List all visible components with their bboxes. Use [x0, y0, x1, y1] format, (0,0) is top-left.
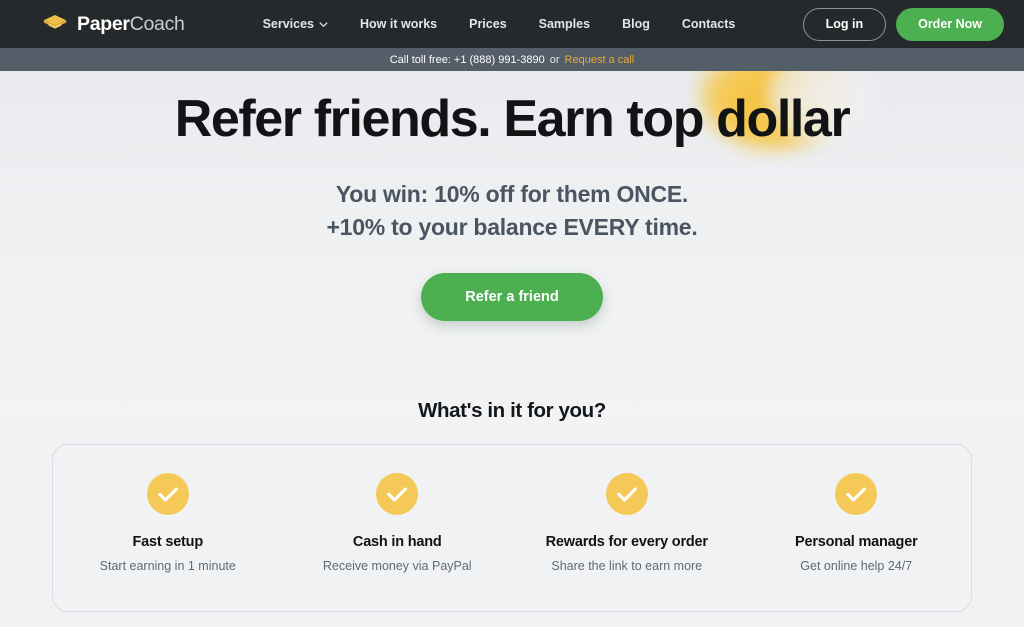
cta-container: Refer a friend: [0, 273, 1024, 322]
check-circle-icon: [605, 473, 648, 515]
site-header: PaperCoach Services How it works Prices …: [0, 0, 1024, 48]
benefit-description: Receive money via PayPal: [322, 559, 472, 573]
header-actions: Log in Order Now: [802, 7, 1004, 41]
chevron-down-icon: [319, 19, 328, 29]
benefits-heading: What's in it for you?: [418, 399, 606, 423]
benefit-title: Fast setup: [132, 534, 203, 550]
benefit-title: Personal manager: [794, 534, 918, 550]
hero-subtitle-line-1: You win: 10% off for them ONCE.: [335, 181, 689, 208]
toll-free-text: Call toll free: +1 (888) 991-3890: [389, 53, 545, 66]
nav-item-label: How it works: [360, 17, 438, 31]
refer-a-friend-button[interactable]: Refer a friend: [421, 273, 603, 322]
benefit-item-rewards-for-every-order: Rewards for every order Share the link t…: [512, 445, 742, 573]
brand-logo[interactable]: PaperCoach: [42, 11, 185, 37]
nav-item-samples[interactable]: Samples: [539, 17, 590, 31]
hero-subtitle-line-2: +10% to your balance EVERY time.: [326, 213, 698, 240]
brand-name-bold: Paper: [77, 12, 130, 35]
request-a-call-link[interactable]: Request a call: [565, 54, 635, 66]
hero-subtitle: You win: 10% off for them ONCE. +10% to …: [0, 178, 1024, 243]
benefit-item-fast-setup: Fast setup Start earning in 1 minute: [53, 445, 283, 573]
toll-free-bar: Call toll free: +1 (888) 991-3890 or Req…: [0, 48, 1024, 71]
nav-item-how-it-works[interactable]: How it works: [360, 17, 437, 31]
nav-item-label: Blog: [622, 17, 650, 31]
nav-item-label: Services: [262, 17, 315, 31]
benefit-item-cash-in-hand: Cash in hand Receive money via PayPal: [283, 445, 513, 573]
benefit-description: Get online help 24/7: [800, 559, 913, 573]
order-now-button[interactable]: Order Now: [896, 7, 1004, 41]
benefit-item-personal-manager: Personal manager Get online help 24/7: [742, 445, 972, 573]
brand-name-light: Coach: [129, 12, 185, 35]
nav-item-label: Prices: [469, 17, 507, 31]
benefit-description: Start earning in 1 minute: [99, 559, 236, 573]
nav-item-label: Contacts: [681, 17, 736, 31]
check-circle-icon: [376, 473, 419, 515]
hero-section: Refer friends. Earn top dollar You win: …: [0, 71, 1024, 424]
benefits-card: Fast setup Start earning in 1 minute Cas…: [52, 444, 972, 612]
nav-item-label: Samples: [538, 17, 591, 31]
nav-item-services[interactable]: Services: [263, 17, 328, 31]
check-circle-icon: [835, 473, 878, 515]
nav-item-prices[interactable]: Prices: [469, 17, 507, 31]
nav-item-blog[interactable]: Blog: [622, 17, 650, 31]
brand-name: PaperCoach: [77, 13, 185, 36]
login-button[interactable]: Log in: [802, 7, 887, 41]
check-circle-icon: [146, 473, 189, 515]
benefit-title: Cash in hand: [352, 534, 442, 550]
benefit-description: Share the link to earn more: [551, 559, 703, 573]
main-navigation: Services How it works Prices Samples Blo…: [263, 17, 736, 31]
page-root: PaperCoach Services How it works Prices …: [0, 0, 1024, 627]
toll-free-separator: or: [549, 53, 560, 66]
graduation-cap-icon: [42, 11, 68, 37]
benefit-title: Rewards for every order: [545, 534, 708, 550]
nav-item-contacts[interactable]: Contacts: [682, 17, 735, 31]
page-title: Refer friends. Earn top dollar: [174, 90, 851, 148]
